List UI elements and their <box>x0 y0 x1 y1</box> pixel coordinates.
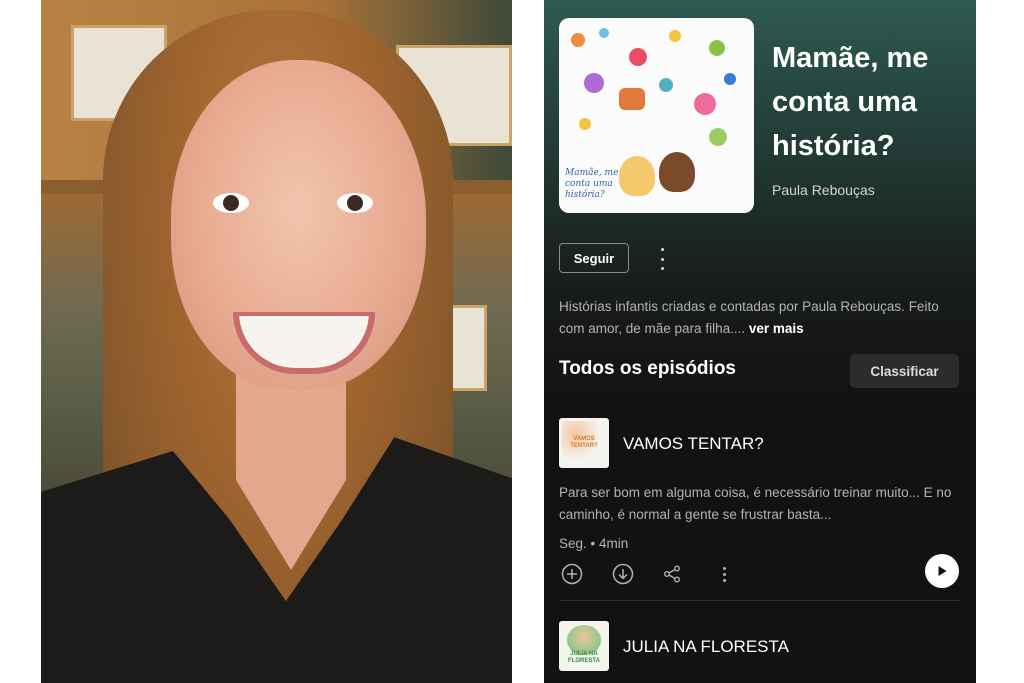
podcast-author[interactable]: Paula Rebouças <box>772 182 875 198</box>
episodes-section-title: Todos os episódios <box>559 358 736 379</box>
portrait-photo <box>41 0 512 683</box>
episode-more-icon[interactable] <box>712 562 736 586</box>
podcast-title: Mamãe, me conta uma história? <box>772 42 929 162</box>
episode-title[interactable]: JULIA NA FLORESTA <box>623 637 789 657</box>
episode-description: Para ser bom em alguma coisa, é necessár… <box>559 485 952 522</box>
follow-button[interactable]: Seguir <box>559 243 629 273</box>
episode-title[interactable]: VAMOS TENTAR? <box>623 434 764 454</box>
episode-thumb-text: JULIA NA FLORESTA <box>568 651 600 664</box>
episode-divider <box>559 600 961 601</box>
cover-caption: Mamãe, me conta uma história? <box>565 168 619 200</box>
play-icon <box>938 566 947 576</box>
podcast-cover-art: Mamãe, me conta uma história? <box>559 18 754 213</box>
episode-meta: Seg. • 4min <box>559 536 629 551</box>
left-eye <box>213 193 249 213</box>
see-more-link[interactable]: ver mais <box>749 321 804 336</box>
play-button[interactable] <box>925 554 959 588</box>
add-episode-icon[interactable] <box>560 562 584 586</box>
episode-thumbnail[interactable]: JULIA NA FLORESTA <box>559 621 609 671</box>
episode-thumb-text: VAMOS TENTAR? <box>570 436 598 449</box>
podcast-page: Mamãe, me conta uma história? Mamãe, me … <box>544 0 976 683</box>
sort-button[interactable]: Classificar <box>850 354 959 388</box>
download-icon[interactable] <box>611 562 635 586</box>
more-options-icon[interactable] <box>654 246 670 272</box>
podcast-description: Histórias infantis criadas e contadas po… <box>559 296 961 340</box>
share-icon[interactable] <box>660 562 684 586</box>
episode-thumbnail[interactable]: VAMOS TENTAR? <box>559 418 609 468</box>
right-eye <box>337 193 373 213</box>
